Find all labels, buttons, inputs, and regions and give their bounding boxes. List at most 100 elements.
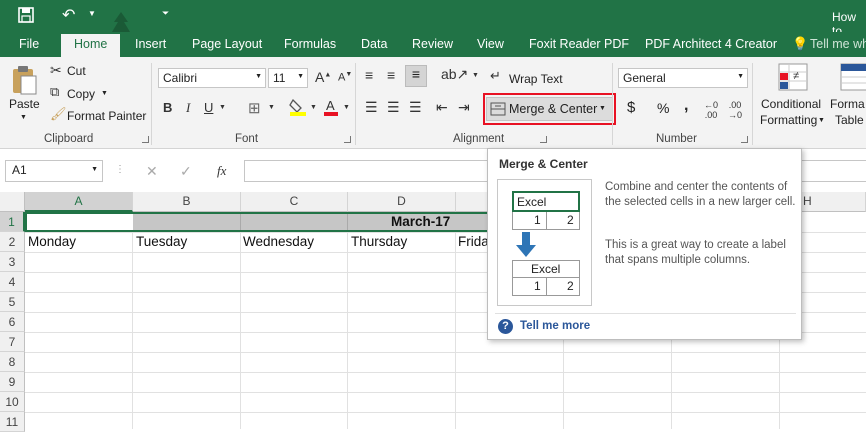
row-header-1[interactable]: 1	[0, 212, 25, 232]
font-size-dropdown-icon[interactable]: ▼	[297, 73, 304, 80]
conditional-formatting-dropdown-icon[interactable]: ▼	[818, 117, 825, 124]
cell-c2[interactable]: Wednesday	[243, 234, 314, 249]
tab-data[interactable]: Data	[361, 37, 387, 51]
select-all-corner[interactable]	[0, 192, 25, 212]
undo-icon[interactable]: ↶	[62, 5, 75, 25]
format-as-table-button[interactable]: Forma	[830, 97, 865, 111]
name-box[interactable]: A1 ▼	[5, 160, 103, 182]
merge-center-dropdown-icon[interactable]: ▼	[599, 105, 606, 112]
increase-decimal-icon[interactable]: ←0.00	[704, 100, 718, 120]
font-size-select[interactable]: 11 ▼	[268, 68, 308, 88]
paste-icon[interactable]	[10, 65, 38, 98]
cell-e2[interactable]: Frida	[458, 234, 489, 249]
cut-icon[interactable]: ✂	[50, 62, 62, 79]
clipboard-launcher-icon[interactable]	[142, 136, 149, 143]
middle-align-icon[interactable]: ≡	[387, 67, 395, 83]
decrease-indent-icon[interactable]: ⇤	[436, 99, 448, 116]
row-header-3[interactable]: 3	[0, 252, 25, 272]
tab-pdf-architect[interactable]: PDF Architect 4 Creator	[645, 37, 777, 51]
top-align-icon[interactable]: ≡	[365, 67, 373, 83]
tab-review[interactable]: Review	[412, 37, 453, 51]
increase-indent-icon[interactable]: ⇥	[458, 99, 470, 116]
align-left-icon[interactable]: ☰	[365, 99, 378, 116]
wrap-text-icon[interactable]: ↵	[490, 68, 501, 84]
tab-file[interactable]: File	[19, 37, 39, 51]
tab-formulas[interactable]: Formulas	[284, 37, 336, 51]
enter-icon[interactable]: ✓	[180, 163, 192, 180]
row-header-8[interactable]: 8	[0, 352, 25, 372]
tab-home[interactable]: Home	[61, 34, 121, 57]
tell-me-more-link[interactable]: Tell me more	[520, 320, 590, 332]
paste-dropdown-icon[interactable]: ▼	[20, 114, 27, 121]
bottom-align-icon[interactable]: ≡	[405, 65, 427, 87]
align-center-icon[interactable]: ☰	[387, 99, 400, 116]
tab-insert[interactable]: Insert	[135, 37, 166, 51]
orientation-icon[interactable]: ab↗	[441, 66, 468, 83]
comma-button[interactable]: ,	[684, 97, 688, 115]
save-icon[interactable]	[18, 7, 34, 26]
cut-button[interactable]: Cut	[67, 64, 86, 78]
format-painter-button[interactable]: Format Painter	[67, 109, 146, 123]
orientation-dropdown-icon[interactable]: ▼	[472, 72, 479, 79]
tell-me-search[interactable]: Tell me wh	[810, 37, 866, 51]
conditional-formatting-button[interactable]: Conditional	[761, 97, 821, 111]
underline-icon[interactable]: U	[204, 100, 213, 115]
row-header-7[interactable]: 7	[0, 332, 25, 352]
wrap-text-button[interactable]: Wrap Text	[509, 72, 563, 86]
cell-b2[interactable]: Tuesday	[136, 234, 187, 249]
row-header-2[interactable]: 2	[0, 232, 25, 252]
row-header-9[interactable]: 9	[0, 372, 25, 392]
name-box-dropdown-icon[interactable]: ▼	[91, 166, 98, 173]
format-painter-icon[interactable]: 🖌	[50, 106, 67, 122]
format-as-table-icon[interactable]	[840, 63, 866, 94]
font-name-dropdown-icon[interactable]: ▼	[255, 73, 262, 80]
row-header-11[interactable]: 11	[0, 412, 25, 432]
insert-function-icon[interactable]: fx	[217, 163, 226, 179]
row-header-4[interactable]: 4	[0, 272, 25, 292]
tab-page-layout[interactable]: Page Layout	[192, 37, 262, 51]
copy-icon[interactable]: ⧉	[50, 84, 59, 100]
formula-bar-grip[interactable]: ⋮	[115, 164, 125, 175]
row-header-5[interactable]: 5	[0, 292, 25, 312]
cell-a1-active[interactable]	[25, 212, 133, 232]
borders-icon[interactable]: ⊞	[248, 99, 261, 117]
fill-color-dropdown-icon[interactable]: ▼	[310, 104, 317, 111]
conditional-formatting-icon[interactable]: ≠	[778, 63, 808, 94]
font-color-dropdown-icon[interactable]: ▼	[343, 104, 350, 111]
alignment-launcher-icon[interactable]	[540, 136, 547, 143]
number-launcher-icon[interactable]	[741, 136, 748, 143]
cancel-icon[interactable]: ✕	[146, 163, 158, 180]
tab-view[interactable]: View	[477, 37, 504, 51]
merged-title-cell[interactable]: March-17	[391, 214, 450, 229]
number-format-select[interactable]: General ▼	[618, 68, 748, 88]
row-header-6[interactable]: 6	[0, 312, 25, 332]
column-header-b[interactable]: B	[133, 192, 241, 212]
borders-dropdown-icon[interactable]: ▼	[268, 104, 275, 111]
customize-toolbar-icon[interactable]: ⏷	[162, 8, 169, 19]
tab-foxit-reader-pdf[interactable]: Foxit Reader PDF	[529, 37, 629, 51]
decrease-font-icon[interactable]: A▼	[338, 71, 352, 84]
italic-icon[interactable]: I	[186, 100, 190, 116]
column-header-d[interactable]: D	[348, 192, 456, 212]
align-right-icon[interactable]: ☰	[409, 99, 422, 116]
copy-dropdown-icon[interactable]: ▼	[101, 90, 108, 97]
currency-button[interactable]: $	[627, 99, 635, 116]
cell-a2[interactable]: Monday	[28, 234, 76, 249]
number-format-dropdown-icon[interactable]: ▼	[737, 73, 744, 80]
paste-button[interactable]: Paste	[9, 97, 40, 111]
underline-dropdown-icon[interactable]: ▼	[219, 104, 226, 111]
undo-dropdown-icon[interactable]: ▼	[88, 9, 96, 18]
row-header-10[interactable]: 10	[0, 392, 25, 412]
column-header-a[interactable]: A	[25, 192, 133, 212]
percent-button[interactable]: %	[657, 100, 669, 116]
bold-icon[interactable]: B	[163, 100, 172, 115]
font-launcher-icon[interactable]	[344, 136, 351, 143]
font-name-select[interactable]: Calibri ▼	[158, 68, 266, 88]
decrease-decimal-icon[interactable]: .00 →0	[728, 100, 742, 120]
cell-d2[interactable]: Thursday	[351, 234, 407, 249]
font-color-icon[interactable]: A	[324, 97, 338, 120]
help-icon[interactable]: ?	[498, 319, 513, 334]
merge-center-button[interactable]: Merge & Center ▼	[486, 97, 613, 121]
copy-button[interactable]: Copy	[67, 87, 95, 101]
fill-color-icon[interactable]	[289, 98, 307, 119]
